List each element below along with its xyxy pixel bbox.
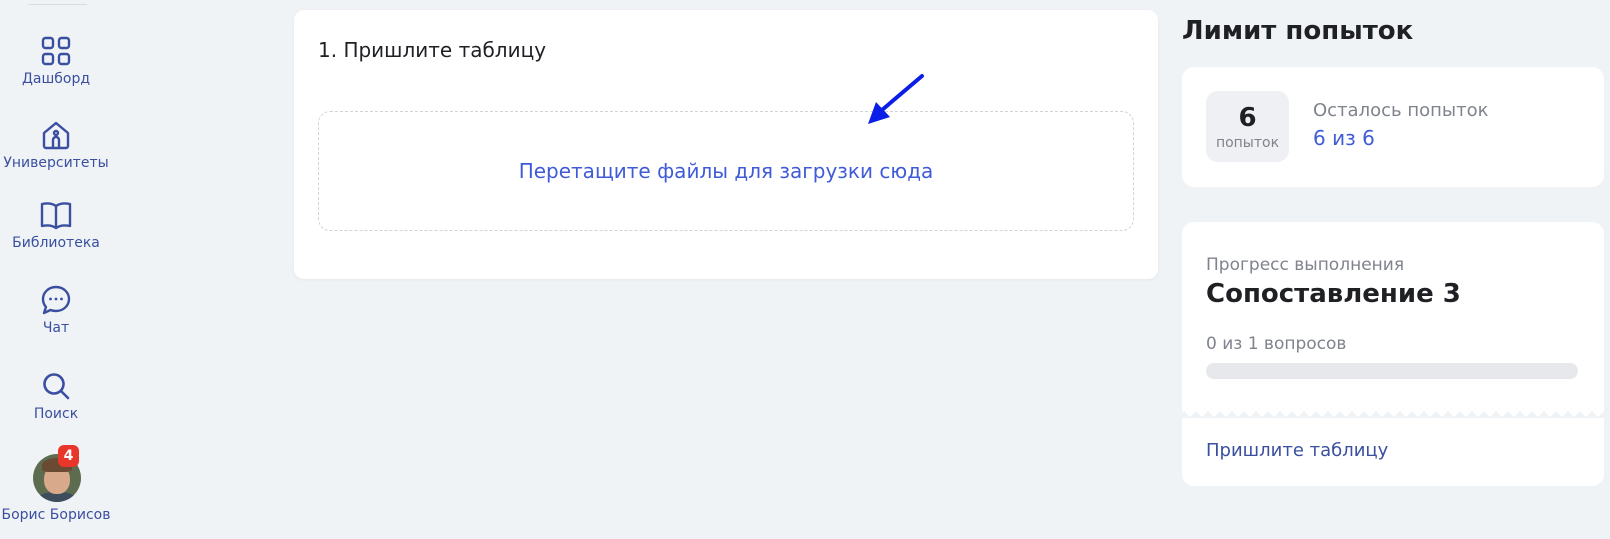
annotation-arrow-icon (868, 74, 924, 124)
zigzag-divider (1182, 404, 1604, 418)
sidebar-item-label: Дашборд (21, 71, 91, 87)
attempts-count-box: 6 попыток (1206, 91, 1289, 162)
book-icon (40, 200, 72, 230)
sidebar-item-dashboard[interactable]: Дашборд (0, 36, 112, 87)
file-dropzone[interactable]: Перетащите файлы для загрузки сюда (318, 111, 1134, 231)
sidebar-item-universities[interactable]: Университеты (0, 120, 112, 171)
remaining-value: 6 из 6 (1313, 126, 1375, 150)
attempts-unit: попыток (1215, 134, 1280, 151)
grid-icon (41, 36, 71, 66)
sidebar: Дашборд Университеты Библиотека Чат Поис… (0, 0, 112, 539)
user-name[interactable]: Борис Борисов (0, 506, 112, 524)
task-card: 1. Пришлите таблицу Перетащите файлы для… (294, 10, 1158, 279)
dropzone-label: Перетащите файлы для загрузки сюда (518, 159, 934, 183)
sidebar-item-label: Поиск (33, 406, 79, 422)
attempts-card: 6 попыток Осталось попыток 6 из 6 (1182, 67, 1604, 187)
sidebar-item-label: Чат (42, 320, 70, 336)
progress-card: Прогресс выполнения Сопоставление 3 0 из… (1182, 222, 1604, 486)
sidebar-item-chat[interactable]: Чат (0, 285, 112, 336)
app-root: Дашборд Университеты Библиотека Чат Поис… (0, 0, 1610, 539)
sidebar-item-library[interactable]: Библиотека (0, 200, 112, 251)
progress-title: Сопоставление 3 (1206, 279, 1461, 309)
user-avatar-button[interactable]: 4 (33, 445, 81, 502)
sidebar-item-label: Университеты (3, 155, 109, 171)
limit-heading: Лимит попыток (1182, 16, 1414, 46)
chat-icon (41, 285, 71, 315)
progress-bar (1206, 363, 1578, 379)
sidebar-item-label: Библиотека (12, 235, 100, 251)
attempts-count: 6 (1238, 102, 1257, 133)
university-icon (41, 120, 71, 150)
remaining-label: Осталось попыток (1313, 100, 1489, 121)
progress-caption: Прогресс выполнения (1206, 255, 1405, 275)
notification-badge: 4 (58, 445, 79, 467)
search-icon (41, 371, 71, 401)
task-title: 1. Пришлите таблицу (318, 38, 547, 62)
step-link-send-table[interactable]: Пришлите таблицу (1206, 440, 1388, 461)
sidebar-item-search[interactable]: Поиск (0, 371, 112, 422)
sidebar-divider (28, 4, 87, 5)
progress-count: 0 из 1 вопросов (1206, 334, 1347, 354)
